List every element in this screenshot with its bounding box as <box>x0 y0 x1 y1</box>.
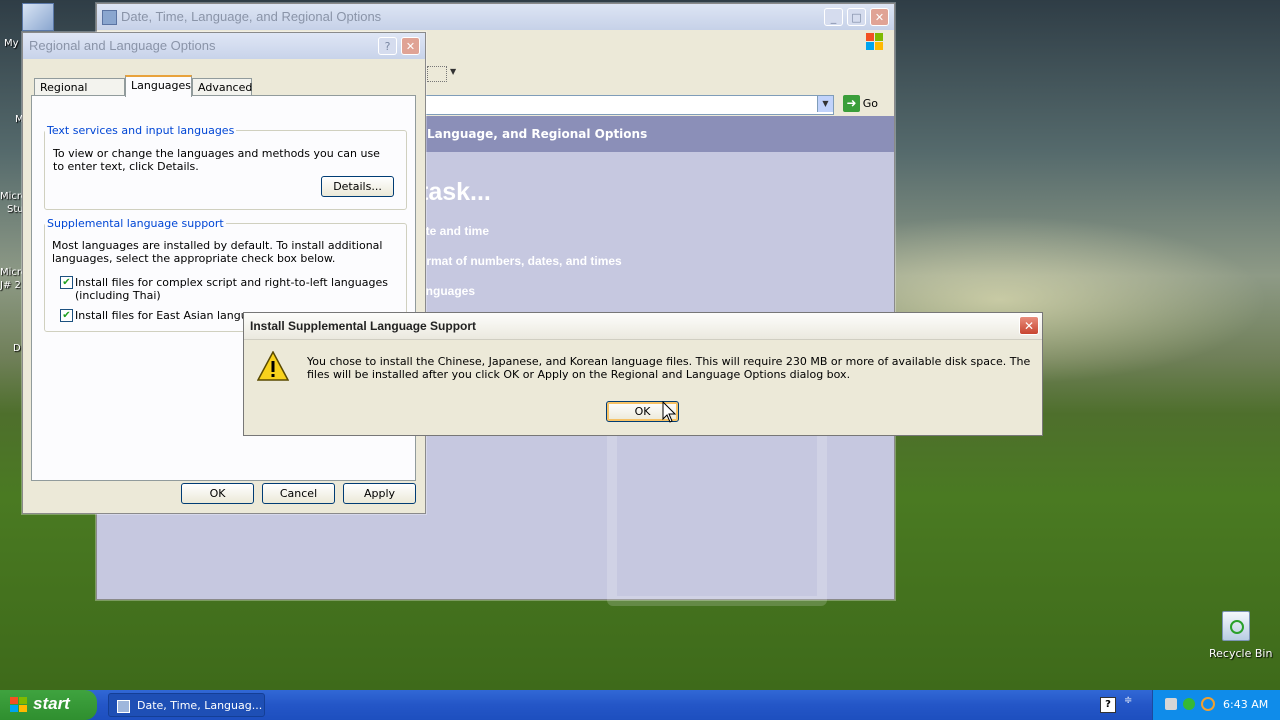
cp-window-title: Date, Time, Language, and Regional Optio… <box>121 9 382 24</box>
complex-script-checkbox[interactable]: ✔ <box>60 276 73 289</box>
dialog-title: Regional and Language Options <box>29 38 216 53</box>
dialog-close-button[interactable]: ✕ <box>401 37 420 55</box>
install-support-message-box[interactable]: Install Supplemental Language Support ✕ … <box>243 312 1043 436</box>
go-button[interactable]: Go <box>863 97 878 110</box>
windows-flag-icon <box>10 697 28 713</box>
east-asian-checkbox[interactable]: ✔ <box>60 309 73 322</box>
tab-languages[interactable]: Languages <box>125 75 192 97</box>
control-panel-task-icon <box>117 700 130 713</box>
recycle-bin-label: Recycle Bin <box>1209 647 1273 660</box>
tab-regional-options[interactable]: Regional Options <box>34 78 125 112</box>
pick-a-task-heading: task... <box>420 178 491 206</box>
maximize-button[interactable]: □ <box>847 8 866 26</box>
minimize-button[interactable]: _ <box>824 8 843 26</box>
tray-chevron-icon[interactable]: ≑ <box>1124 695 1132 706</box>
recycle-tray-icon[interactable] <box>1183 698 1195 710</box>
language-help-icon[interactable]: ? <box>1100 697 1116 713</box>
cp-banner-title: Language, and Regional Options <box>427 127 648 141</box>
watermark-graphic <box>607 416 827 606</box>
text-services-legend: Text services and input languages <box>47 124 235 137</box>
complex-script-label[interactable]: Install files for complex script and rig… <box>75 276 395 302</box>
message-box-titlebar[interactable]: Install Supplemental Language Support ✕ <box>244 313 1042 340</box>
views-dropdown-icon[interactable]: ▼ <box>450 67 456 76</box>
start-label: start <box>33 694 70 713</box>
recycle-arrows-icon <box>1230 620 1244 634</box>
control-panel-icon <box>102 10 117 25</box>
views-icon[interactable] <box>427 66 447 82</box>
desktop-icon-label: My <box>4 38 19 49</box>
taskbar-task-button[interactable]: Date, Time, Languag... <box>108 693 265 717</box>
cancel-button[interactable]: Cancel <box>262 483 335 504</box>
address-dropdown-button[interactable]: ▼ <box>817 96 833 112</box>
clock[interactable]: 6:43 AM <box>1223 698 1268 711</box>
desktop-icon-label: J# 2 <box>0 280 21 291</box>
warning-icon <box>256 350 290 381</box>
go-arrow-icon[interactable]: ➜ <box>843 95 860 112</box>
task-link-date-time[interactable]: ate and time <box>419 224 489 238</box>
supplemental-legend: Supplemental language support <box>47 217 224 230</box>
text-services-description: To view or change the languages and meth… <box>53 147 380 173</box>
message-box-title: Install Supplemental Language Support <box>250 319 477 333</box>
start-button[interactable]: start <box>0 690 97 720</box>
recycle-bin-icon[interactable] <box>1222 611 1250 641</box>
system-tray: 6:43 AM <box>1152 690 1280 720</box>
regional-options-dialog[interactable]: Regional and Language Options ? ✕ Region… <box>22 32 426 514</box>
task-link-languages[interactable]: anguages <box>419 284 475 298</box>
message-box-text: You chose to install the Chinese, Japane… <box>307 355 1031 381</box>
details-button[interactable]: Details... <box>321 176 394 197</box>
apply-button[interactable]: Apply <box>343 483 416 504</box>
tab-advanced[interactable]: Advanced <box>192 78 252 96</box>
dialog-titlebar[interactable]: Regional and Language Options ? ✕ <box>23 33 425 59</box>
network-icon[interactable] <box>1165 698 1177 710</box>
ok-button[interactable]: OK <box>181 483 254 504</box>
taskbar-task-label: Date, Time, Languag... <box>137 699 263 712</box>
my-computer-icon[interactable] <box>22 3 54 31</box>
help-button[interactable]: ? <box>378 37 397 55</box>
taskbar: start Date, Time, Languag... ? ≑ 6:43 AM <box>0 690 1280 720</box>
cp-titlebar[interactable]: Date, Time, Language, and Regional Optio… <box>97 4 894 30</box>
supplemental-description: Most languages are installed by default.… <box>52 239 383 265</box>
close-button[interactable]: ✕ <box>870 8 889 26</box>
address-input[interactable]: ▼ <box>417 95 834 115</box>
message-box-close-button[interactable]: ✕ <box>1019 316 1039 335</box>
mouse-cursor-icon <box>662 400 677 423</box>
search-icon[interactable] <box>1201 697 1215 711</box>
desktop-icon-label: D <box>13 343 21 354</box>
task-link-number-format[interactable]: ormat of numbers, dates, and times <box>419 254 622 268</box>
windows-logo-icon <box>866 33 884 51</box>
